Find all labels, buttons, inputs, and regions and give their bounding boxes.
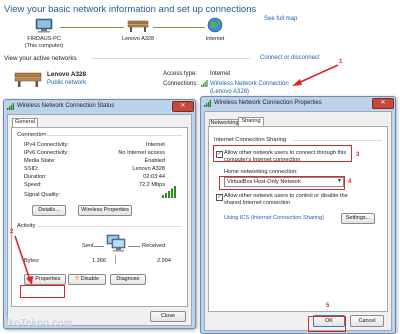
details-button[interactable]: Details... (32, 205, 66, 216)
computer-name: FIRDAUS-PC (27, 36, 61, 42)
row-label-media: Media State: (24, 158, 56, 164)
cancel-button[interactable]: Cancel (350, 315, 384, 327)
row-label-ssid: SSID: (24, 166, 39, 172)
globe-icon (207, 17, 223, 33)
row-label-ipv6: IPv6 Connectivity: (24, 150, 69, 156)
received-label: Received (142, 243, 166, 249)
annotation-box-allow-connect (213, 145, 352, 162)
row-value-ipv4: Internet (146, 142, 165, 148)
map-link-line-2 (153, 27, 205, 28)
tab-general[interactable]: General (12, 118, 38, 127)
ics-help-link[interactable]: Using ICS (Internet Connection Sharing) (224, 215, 324, 221)
active-network-name: Lenovo A328 (47, 71, 86, 78)
diagnose-button[interactable]: Diagnose (110, 274, 146, 285)
ics-group-line (292, 140, 382, 141)
map-link-line-1 (60, 27, 124, 28)
row-value-media: Enabled (144, 158, 165, 164)
status-close-button[interactable]: Close (150, 311, 186, 322)
connect-disconnect-link[interactable]: Connect or disconnect (260, 55, 320, 61)
annotation-box-home-network (219, 176, 345, 190)
access-type-value: Internet (210, 71, 231, 77)
properties-dialog-icon (204, 100, 211, 107)
bytes-received-value: 2.994 (157, 258, 171, 264)
row-label-speed: Speed: (24, 182, 42, 188)
status-dialog-icon (7, 103, 14, 110)
row-value-ssid: Lenovo A328 (132, 166, 165, 172)
annotation-arrow-2 (14, 235, 33, 285)
row-label-ipv4: IPv4 Connectivity: (24, 142, 69, 148)
computer-sub: (This computer) (24, 43, 64, 49)
status-dialog-title: Wireless Network Connection Status (17, 103, 115, 109)
access-type-label: Access type: (163, 71, 198, 77)
see-full-map-link[interactable]: See full map (264, 16, 297, 22)
annotation-3: 3 (356, 152, 360, 158)
shield-icon: ⛨ (74, 276, 80, 282)
properties-button-label: Properties (35, 276, 61, 282)
wireless-connection-sub[interactable]: (Lenovo A328) (210, 89, 249, 95)
properties-dialog: Wireless Network Connection Properties ✕… (200, 96, 396, 334)
sent-label: Sent (82, 243, 94, 249)
ics-group-label: Internet Connection Sharing (214, 137, 287, 143)
bytes-sent-value: 1.366 (92, 258, 106, 264)
status-close-x-button[interactable]: ✕ (172, 101, 194, 112)
disable-button-label: Disable (80, 276, 99, 282)
active-network-bench-icon (14, 70, 42, 87)
activity-group-line (38, 226, 182, 227)
allow-control-text: Allow other network users to control or … (224, 193, 348, 206)
annotation-box-properties (20, 285, 65, 298)
page-title: View your basic network information and … (4, 4, 257, 15)
active-networks-divider (92, 58, 250, 59)
received-line (128, 246, 140, 247)
connection-group-line (42, 135, 182, 136)
bytes-divider (115, 255, 116, 264)
connections-label: Connections: (163, 81, 199, 87)
wifi-signal-small-icon (201, 80, 208, 87)
activity-group-label: Activity (17, 223, 36, 229)
status-tab-page: Connection IPv4 Connectivity: Internet I… (11, 127, 188, 307)
annotation-arrow-1 (292, 64, 339, 86)
row-value-duration: 02:03:44 (143, 174, 165, 180)
sent-line (94, 246, 104, 247)
watermark: ikoTekno.com (6, 318, 73, 329)
properties-body: Networking Sharing Internet Connection S… (204, 111, 392, 331)
allow-control-checkbox[interactable]: ✓ (216, 194, 223, 201)
row-label-duration: Duration: (24, 174, 47, 180)
properties-dialog-title: Wireless Network Connection Properties (214, 100, 322, 106)
disable-button[interactable]: ⛨ Disable (68, 274, 106, 285)
bench-icon (127, 18, 149, 32)
active-networks-title: View your active networks (4, 55, 77, 62)
row-value-ipv6: No Internet access (118, 150, 165, 156)
annotation-box-ok (308, 316, 346, 332)
activity-computers-icon (105, 233, 127, 253)
settings-button[interactable]: Settings... (341, 213, 375, 224)
signal-quality-label: Signal Quality: (24, 192, 61, 198)
map-internet: Internet (205, 36, 225, 42)
home-net-label: Home networking connection: (224, 169, 298, 175)
annotation-5: 5 (326, 303, 330, 309)
annotation-4: 4 (348, 179, 352, 185)
map-network-name: Lenovo A328 (121, 36, 155, 42)
computer-icon (34, 18, 54, 33)
signal-bars-icon (162, 186, 176, 198)
active-network-type-link[interactable]: Public network (47, 80, 86, 86)
wireless-connection-link[interactable]: Wireless Network Connection (210, 81, 289, 87)
wireless-properties-button[interactable]: Wireless Properties (78, 205, 132, 216)
properties-close-x-button[interactable]: ✕ (372, 98, 394, 109)
